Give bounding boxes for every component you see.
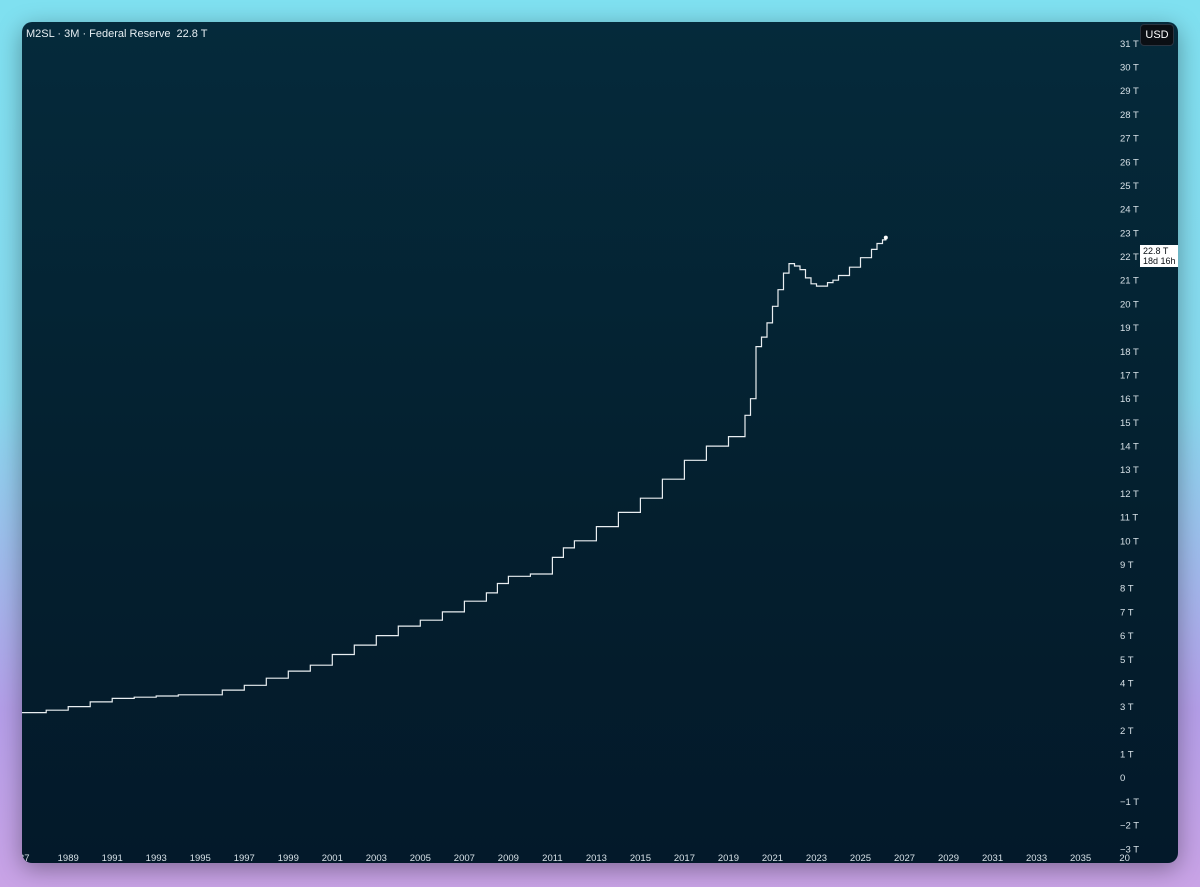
x-tick-label: 2021 (762, 853, 783, 863)
last-price-value: 22.8 T (1143, 246, 1169, 256)
x-tick-label: 2023 (806, 853, 827, 863)
y-tick-label: 13 T (1120, 465, 1139, 476)
y-tick-label: 23 T (1120, 228, 1139, 239)
x-tick-label: 2009 (498, 853, 519, 863)
x-tick-label: 2035 (1070, 853, 1091, 863)
y-tick-label: 11 T (1120, 513, 1138, 524)
y-tick-label: 21 T (1120, 276, 1139, 287)
y-tick-label: 17 T (1120, 370, 1139, 381)
x-tick-label: 1989 (58, 853, 79, 863)
last-value-point (883, 235, 888, 240)
y-tick-label: 7 T (1120, 607, 1134, 618)
y-tick-label: −1 T (1120, 797, 1139, 808)
x-tick-label: 1999 (278, 853, 299, 863)
y-tick-label: 1 T (1120, 750, 1134, 761)
y-tick-label: 29 T (1120, 86, 1139, 97)
x-tick-label: 87 (22, 853, 29, 863)
y-axis[interactable]: 31 T 30 T 29 T 28 T 27 T 26 T 25 T 24 T 23 T 22 T… (1120, 39, 1139, 855)
x-tick-label: 2011 (542, 853, 562, 863)
y-tick-label: 9 T (1120, 560, 1134, 571)
bar-countdown: 18d 16h (1143, 256, 1176, 266)
x-tick-label: 2031 (982, 853, 1003, 863)
y-tick-label: 16 T (1120, 394, 1139, 405)
y-tick-label: −2 T (1120, 821, 1139, 832)
x-tick-label: 2001 (322, 853, 343, 863)
x-tick-label: 2017 (674, 853, 695, 863)
y-tick-label: 3 T (1120, 702, 1134, 713)
y-tick-label: 0 (1120, 773, 1125, 784)
y-tick-label: 30 T (1120, 63, 1139, 74)
currency-button[interactable]: USD (1140, 24, 1174, 46)
y-tick-label: 27 T (1120, 134, 1139, 145)
series-m2sl (22, 235, 888, 714)
y-tick-label: 8 T (1120, 584, 1134, 595)
y-tick-label: 10 T (1120, 536, 1139, 547)
x-tick-label: 2033 (1026, 853, 1047, 863)
last-price-label: 22.8 T 18d 16h (1140, 245, 1178, 267)
y-tick-label: 28 T (1120, 110, 1139, 121)
x-tick-label: 2005 (410, 853, 431, 863)
y-tick-label: 12 T (1120, 489, 1139, 500)
x-tick-label: 2007 (454, 853, 475, 863)
y-tick-label: 26 T (1120, 157, 1139, 168)
y-tick-label: 5 T (1120, 655, 1134, 666)
x-tick-label: 20 (1119, 853, 1130, 863)
y-tick-label: 15 T (1120, 418, 1139, 429)
x-tick-label: 1991 (102, 853, 123, 863)
x-tick-label: 2013 (586, 853, 607, 863)
y-tick-label: 22 T (1120, 252, 1139, 263)
series-legend[interactable]: M2SL · 3M · Federal Reserve 22.8 T (26, 28, 207, 40)
x-tick-label: 1995 (190, 853, 211, 863)
x-tick-label: 1993 (146, 853, 167, 863)
y-tick-label: 24 T (1120, 205, 1139, 216)
x-axis[interactable]: 87 1989 1991 1993 1995 1997 1999 2001 2003 2005 20… (22, 853, 1130, 863)
y-tick-label: 19 T (1120, 323, 1139, 334)
y-tick-label: 4 T (1120, 678, 1134, 689)
series-line (22, 237, 887, 714)
legend-value: 22.8 T (176, 28, 208, 40)
y-tick-label: 31 T (1120, 39, 1139, 50)
x-tick-label: 1997 (234, 853, 255, 863)
chart-window: 31 T 30 T 29 T 28 T 27 T 26 T 25 T 24 T 23 T 22 T… (22, 22, 1178, 863)
y-tick-label: 14 T (1120, 442, 1139, 453)
legend-label: M2SL · 3M · Federal Reserve (26, 28, 171, 40)
y-tick-label: 25 T (1120, 181, 1139, 192)
y-tick-label: 6 T (1120, 631, 1134, 642)
y-tick-label: 18 T (1120, 347, 1139, 358)
y-tick-label: 20 T (1120, 299, 1139, 310)
chart-canvas[interactable]: 31 T 30 T 29 T 28 T 27 T 26 T 25 T 24 T 23 T 22 T… (22, 22, 1178, 863)
x-tick-label: 2003 (366, 853, 387, 863)
x-tick-label: 2025 (850, 853, 871, 863)
x-tick-label: 2027 (894, 853, 915, 863)
x-tick-label: 2029 (938, 853, 959, 863)
x-tick-label: 2019 (718, 853, 739, 863)
x-tick-label: 2015 (630, 853, 651, 863)
y-tick-label: 2 T (1120, 726, 1134, 737)
